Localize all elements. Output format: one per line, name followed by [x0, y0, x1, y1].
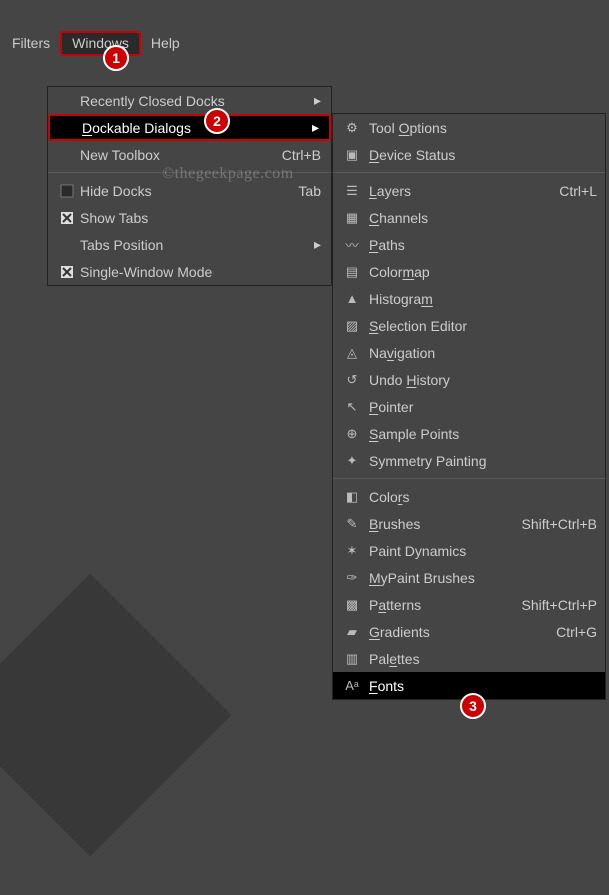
annotation-badge-3: 3	[460, 693, 486, 719]
label: Tool Options	[363, 120, 597, 136]
separator	[333, 478, 605, 479]
menu-dockable-dialogs[interactable]: Dockable Dialogs ▸	[48, 114, 331, 141]
label: New Toolbox	[76, 147, 282, 163]
checkbox-checked-icon	[58, 265, 76, 279]
label: MyPaint Brushes	[363, 570, 597, 586]
menu-paths[interactable]: 〰 Paths	[333, 231, 605, 258]
menu-undo-history[interactable]: ↺ Undo History	[333, 366, 605, 393]
watermark: ©thegeekpage.com	[162, 165, 294, 183]
label: Fonts	[363, 678, 597, 694]
menu-channels[interactable]: ▦ Channels	[333, 204, 605, 231]
menu-patterns[interactable]: ▩ Patterns Shift+Ctrl+P	[333, 591, 605, 618]
menu-colormap[interactable]: ▤ Colormap	[333, 258, 605, 285]
menu-tabs-position[interactable]: Tabs Position ▸	[48, 231, 331, 258]
paths-icon: 〰	[341, 235, 363, 254]
menu-mypaint-brushes[interactable]: ✑ MyPaint Brushes	[333, 564, 605, 591]
accelerator: Ctrl+B	[282, 147, 321, 163]
label: Dockable Dialogs	[78, 120, 306, 136]
label: Single-Window Mode	[76, 264, 321, 280]
brushes-icon: ✎	[341, 516, 363, 532]
checkbox-checked-icon	[58, 211, 76, 225]
menu-new-toolbox[interactable]: New Toolbox Ctrl+B	[48, 141, 331, 168]
menu-symmetry-painting[interactable]: ✦ Symmetry Painting	[333, 447, 605, 474]
submenu-arrow-icon: ▸	[314, 92, 321, 109]
label: Paths	[363, 237, 597, 253]
label: Show Tabs	[76, 210, 321, 226]
gradients-icon: ▰	[341, 624, 363, 640]
device-status-icon: ▣	[341, 147, 363, 163]
menubar: Filters Windows Help	[0, 28, 609, 58]
submenu-arrow-icon: ▸	[314, 236, 321, 253]
accelerator: Ctrl+L	[559, 183, 597, 199]
mypaint-brushes-icon: ✑	[341, 570, 363, 586]
label: Gradients	[363, 624, 556, 640]
menu-windows[interactable]: Windows	[60, 31, 141, 56]
menu-histogram[interactable]: ▲ Histogram	[333, 285, 605, 312]
accelerator: Tab	[298, 183, 321, 199]
fonts-icon: Aᵃ	[341, 678, 363, 693]
patterns-icon: ▩	[341, 597, 363, 613]
colors-icon: ◧	[341, 489, 363, 505]
menu-gradients[interactable]: ▰ Gradients Ctrl+G	[333, 618, 605, 645]
menu-paint-dynamics[interactable]: ✶ Paint Dynamics	[333, 537, 605, 564]
layers-icon: ☰	[341, 183, 363, 199]
menu-pointer[interactable]: ↖ Pointer	[333, 393, 605, 420]
menu-filters[interactable]: Filters	[2, 31, 60, 56]
submenu-arrow-icon: ▸	[312, 119, 319, 136]
tool-options-icon: ⚙	[341, 120, 363, 136]
label: Palettes	[363, 651, 597, 667]
separator	[333, 172, 605, 173]
windows-menu: Recently Closed Docks ▸ Dockable Dialogs…	[47, 86, 332, 286]
label: Navigation	[363, 345, 597, 361]
menu-help[interactable]: Help	[141, 31, 190, 56]
label: Tabs Position	[76, 237, 308, 253]
label: Undo History	[363, 372, 597, 388]
checkbox-empty-icon	[58, 184, 76, 198]
menu-navigation[interactable]: ◬ Navigation	[333, 339, 605, 366]
menu-single-window-mode[interactable]: Single-Window Mode	[48, 258, 331, 285]
accelerator: Shift+Ctrl+B	[522, 516, 597, 532]
accelerator: Shift+Ctrl+P	[522, 597, 597, 613]
label: Recently Closed Docks	[76, 93, 308, 109]
menu-sample-points[interactable]: ⊕ Sample Points	[333, 420, 605, 447]
undo-history-icon: ↺	[341, 372, 363, 388]
label: Patterns	[363, 597, 522, 613]
label: Selection Editor	[363, 318, 597, 334]
label: Layers	[363, 183, 559, 199]
dockable-dialogs-menu: ⚙ Tool Options ▣ Device Status ☰ Layers …	[332, 113, 606, 700]
label: Channels	[363, 210, 597, 226]
pointer-icon: ↖	[341, 399, 363, 415]
label: Symmetry Painting	[363, 453, 597, 469]
menu-colors[interactable]: ◧ Colors	[333, 483, 605, 510]
menu-recently-closed-docks[interactable]: Recently Closed Docks ▸	[48, 87, 331, 114]
label: Paint Dynamics	[363, 543, 597, 559]
accelerator: Ctrl+G	[556, 624, 597, 640]
selection-editor-icon: ▨	[341, 318, 363, 334]
histogram-icon: ▲	[341, 291, 363, 306]
menu-selection-editor[interactable]: ▨ Selection Editor	[333, 312, 605, 339]
label: Sample Points	[363, 426, 597, 442]
label: Device Status	[363, 147, 597, 163]
colormap-icon: ▤	[341, 264, 363, 280]
annotation-badge-2: 2	[204, 108, 230, 134]
menu-layers[interactable]: ☰ Layers Ctrl+L	[333, 177, 605, 204]
menu-palettes[interactable]: ▥ Palettes	[333, 645, 605, 672]
navigation-icon: ◬	[341, 345, 363, 361]
palettes-icon: ▥	[341, 651, 363, 667]
paint-dynamics-icon: ✶	[341, 543, 363, 559]
label: Hide Docks	[76, 183, 298, 199]
label: Brushes	[363, 516, 522, 532]
annotation-badge-1: 1	[103, 45, 129, 71]
symmetry-painting-icon: ✦	[341, 453, 363, 469]
menu-brushes[interactable]: ✎ Brushes Shift+Ctrl+B	[333, 510, 605, 537]
menu-show-tabs[interactable]: Show Tabs	[48, 204, 331, 231]
label: Pointer	[363, 399, 597, 415]
label: Colormap	[363, 264, 597, 280]
menu-tool-options[interactable]: ⚙ Tool Options	[333, 114, 605, 141]
label: Histogram	[363, 291, 597, 307]
channels-icon: ▦	[341, 210, 363, 226]
sample-points-icon: ⊕	[341, 426, 363, 442]
label: Colors	[363, 489, 597, 505]
menu-device-status[interactable]: ▣ Device Status	[333, 141, 605, 168]
